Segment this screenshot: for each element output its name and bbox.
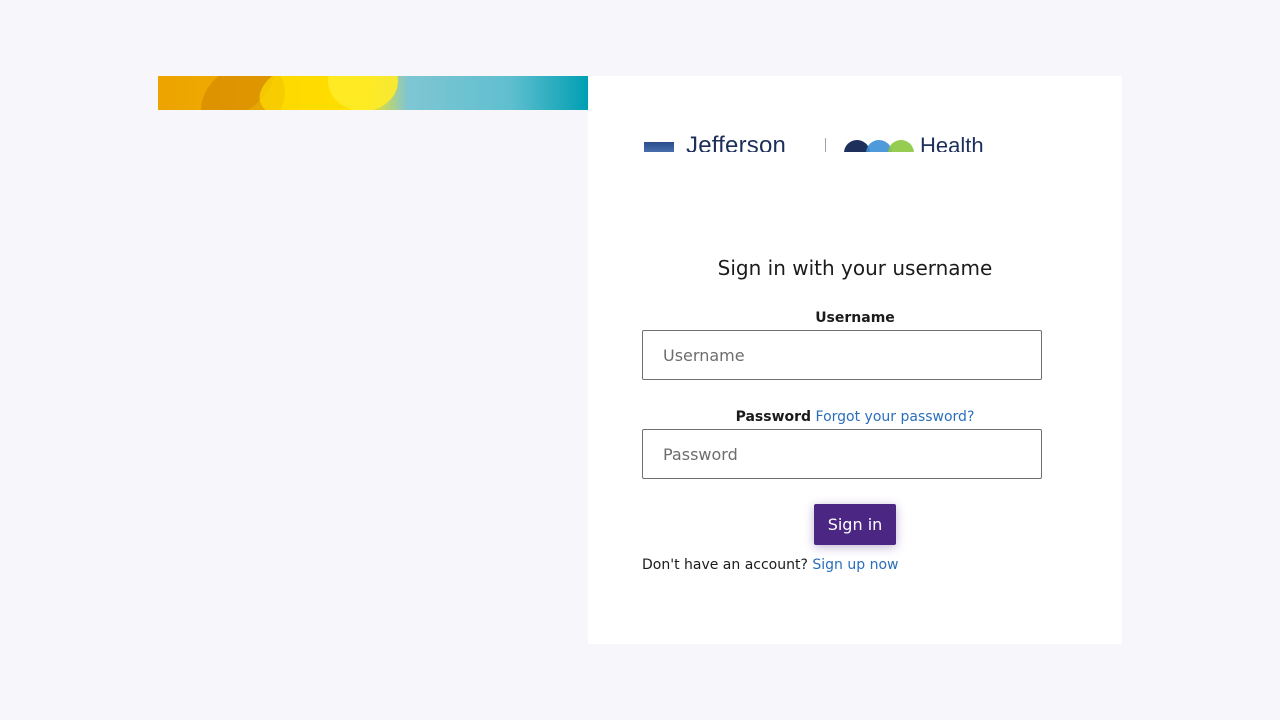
banner-image xyxy=(158,76,588,110)
logo-divider xyxy=(825,138,826,152)
sign-in-card: Jefferson Health Sign in with your usern… xyxy=(588,76,1122,644)
jefferson-logo-text: Jefferson xyxy=(686,134,787,152)
username-label: Username xyxy=(815,310,895,326)
sign-up-link[interactable]: Sign up now xyxy=(812,557,898,573)
no-account-text: Don't have an account? xyxy=(642,557,808,573)
forgot-password-link[interactable]: Forgot your password? xyxy=(816,409,975,425)
jefferson-logo-mark xyxy=(644,142,674,152)
health-logo-circles xyxy=(844,134,916,152)
page-title: Sign in with your username xyxy=(717,256,993,280)
password-label: Password xyxy=(735,409,812,425)
signup-row: Don't have an account? Sign up now xyxy=(642,557,898,573)
logo: Jefferson Health xyxy=(644,134,989,152)
health-logo-text: Health xyxy=(920,134,984,152)
username-input[interactable] xyxy=(642,330,1042,380)
password-input[interactable] xyxy=(642,429,1042,479)
password-label-row: Password Forgot your password? xyxy=(588,409,1122,425)
sign-in-button[interactable]: Sign in xyxy=(814,504,896,545)
